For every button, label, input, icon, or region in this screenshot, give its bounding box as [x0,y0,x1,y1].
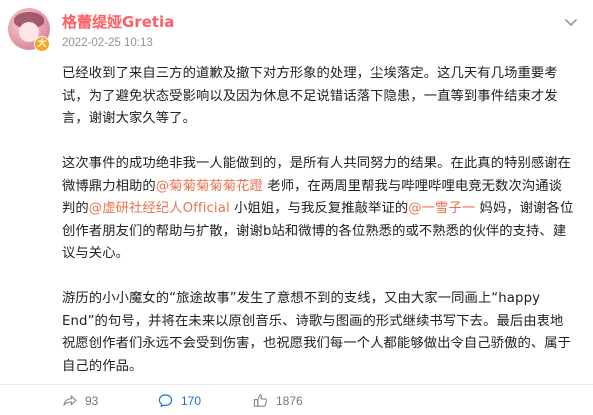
post-text: 已经收到了来自三方的道歉及撤下对方形象的处理，尘埃落定。这几天有几场重要考试，为… [62,66,558,126]
post-paragraph: 游历的小小魔女的“旅途故事”发生了意想不到的支线，又由大家一同画上“happy … [62,288,574,378]
thumbs-up-icon [253,394,268,407]
action-bar: 93 170 1876 [0,385,593,415]
share-count: 93 [85,393,99,408]
user-mention-link[interactable]: @菊菊菊菊菊花蹬 [156,179,263,194]
author-name[interactable]: 格蕾缇娅Gretia [62,11,174,32]
verified-badge: 大 [34,36,50,52]
post-text: 小姐姐，与我反复推敲举证的 [229,201,409,216]
user-mention-link[interactable]: @一雪子一 [408,201,475,216]
comment-icon [158,394,173,408]
share-button[interactable]: 93 [62,393,98,408]
user-mention-link[interactable]: @虚研社经纪人Official [89,201,230,216]
like-button[interactable]: 1876 [253,393,303,408]
share-icon [63,395,77,406]
post-text: 游历的小小魔女的“旅途故事”发生了意想不到的支线，又由大家一同画上“happy … [62,291,572,374]
post-body: 已经收到了来自三方的道歉及撤下对方形象的处理，尘埃落定。这几天有几场重要考试，为… [62,63,574,378]
like-count: 1876 [276,393,303,408]
post-paragraph: 已经收到了来自三方的道歉及撤下对方形象的处理，尘埃落定。这几天有几场重要考试，为… [62,63,574,131]
comment-button[interactable]: 170 [158,393,201,408]
post-timestamp[interactable]: 2022-02-25 10:13 [62,37,153,49]
comment-count: 170 [181,393,202,408]
chevron-down-icon[interactable] [563,14,579,30]
post-paragraph: 这次事件的成功绝非我一人能做到的，是所有人共同努力的结果。在此真的特别感谢在微博… [62,153,574,266]
